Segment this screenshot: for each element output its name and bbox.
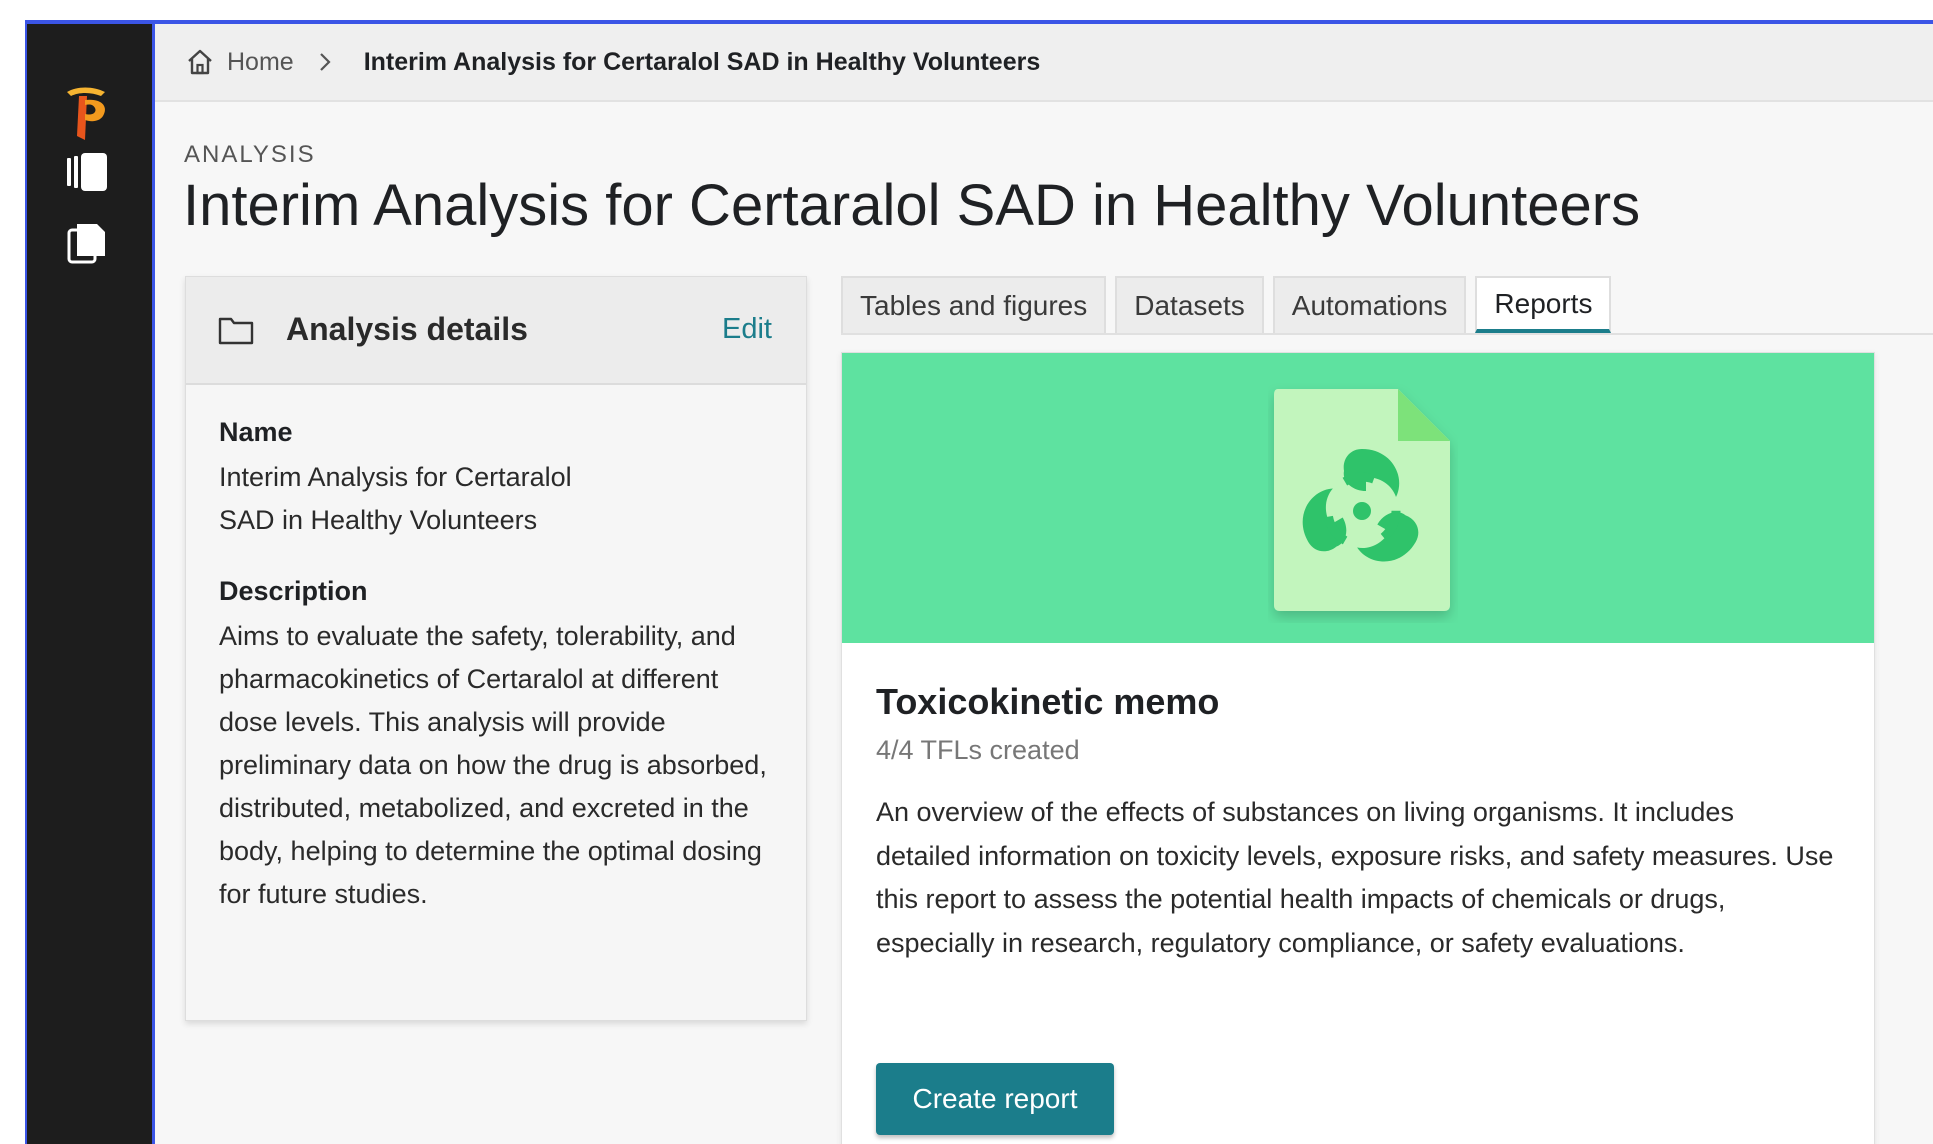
- library-icon[interactable]: [65, 150, 109, 194]
- main-content: Home Interim Analysis for Certaralol SAD…: [155, 24, 1933, 1144]
- home-icon[interactable]: [185, 47, 215, 77]
- name-label: Name: [219, 417, 293, 447]
- analysis-details-header: Analysis details Edit: [186, 277, 806, 385]
- breadcrumb: Home Interim Analysis for Certaralol SAD…: [155, 24, 1933, 102]
- create-report-button[interactable]: Create report: [876, 1063, 1114, 1135]
- tab-reports[interactable]: Reports: [1475, 276, 1612, 333]
- description-label: Description: [219, 576, 368, 606]
- analysis-details-body: Name Interim Analysis for Certaralol SAD…: [219, 417, 776, 916]
- documents-icon[interactable]: [65, 220, 109, 264]
- folder-icon: [218, 317, 254, 345]
- breadcrumb-current: Interim Analysis for Certaralol SAD in H…: [363, 47, 1041, 76]
- analysis-details-card: Analysis details Edit Name Interim Analy…: [185, 276, 807, 1021]
- report-title: Toxicokinetic memo: [876, 681, 1220, 722]
- tab-divider: [841, 333, 1933, 335]
- report-banner: [842, 353, 1874, 643]
- tab-automations[interactable]: Automations: [1272, 276, 1467, 333]
- app-logo[interactable]: [63, 86, 113, 142]
- tab-bar: Tables and figures Datasets Automations …: [841, 276, 1620, 333]
- page-eyebrow: ANALYSIS: [184, 141, 316, 168]
- report-card: Toxicokinetic memo 4/4 TFLs created An o…: [841, 352, 1875, 1144]
- report-tfl-count: 4/4 TFLs created: [876, 735, 1080, 765]
- tab-tables-and-figures[interactable]: Tables and figures: [841, 276, 1107, 333]
- biohazard-document-icon: [1274, 389, 1450, 611]
- edit-details-button[interactable]: Edit: [722, 313, 772, 346]
- breadcrumb-home[interactable]: Home: [227, 48, 294, 77]
- tab-datasets[interactable]: Datasets: [1115, 276, 1264, 333]
- chevron-right-icon: [319, 53, 331, 71]
- name-value: Interim Analysis for Certaralol SAD in H…: [219, 462, 572, 535]
- app-window: Home Interim Analysis for Certaralol SAD…: [25, 20, 1933, 1144]
- report-description: An overview of the effects of substances…: [876, 797, 1834, 958]
- analysis-details-title: Analysis details: [286, 311, 528, 347]
- description-value: Aims to evaluate the safety, tolerabilit…: [219, 621, 767, 909]
- page-title: Interim Analysis for Certaralol SAD in H…: [183, 173, 1641, 238]
- side-rail: [27, 24, 155, 1144]
